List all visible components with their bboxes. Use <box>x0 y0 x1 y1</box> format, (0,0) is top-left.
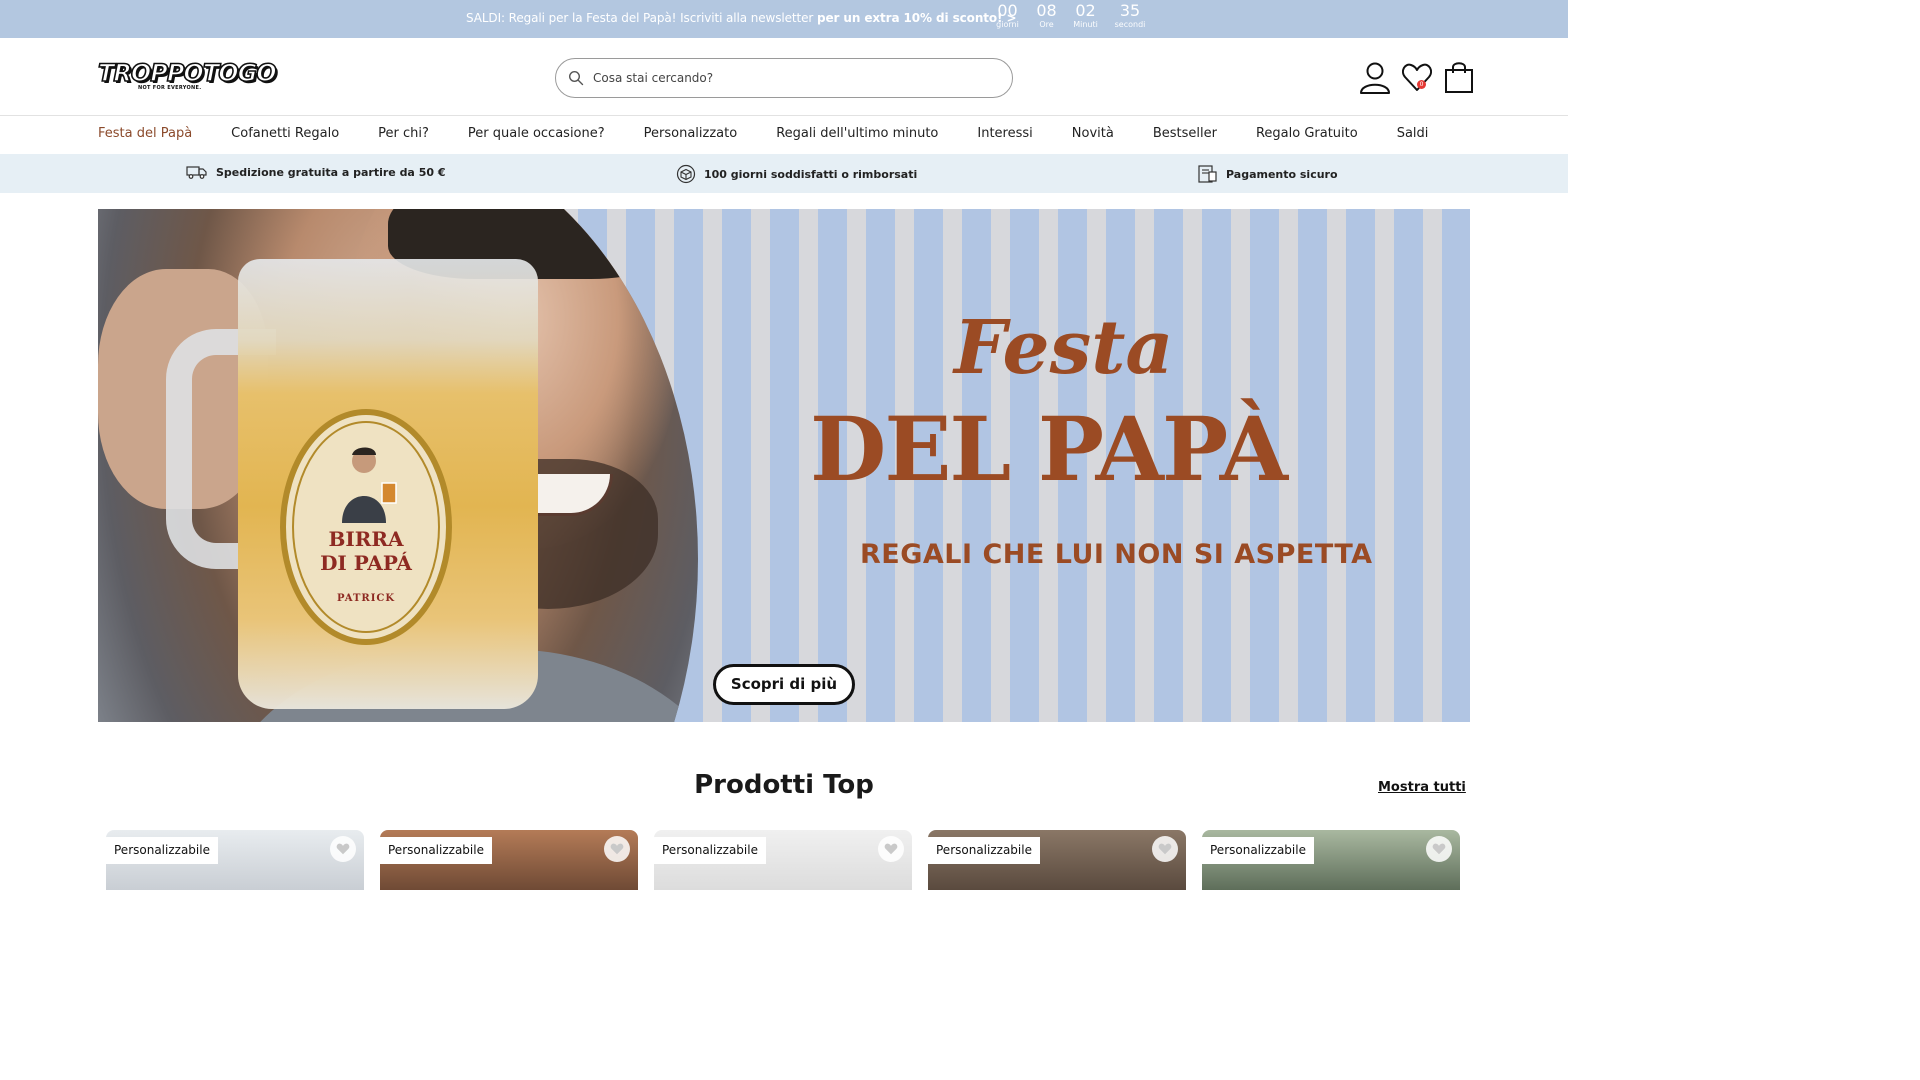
countdown-value: 35 <box>1119 1 1141 20</box>
personalizable-badge: Personalizzabile <box>928 837 1040 864</box>
nav-item-regali-ultimo-minuto[interactable]: Regali dell'ultimo minuto <box>776 126 938 141</box>
product-carousel: Personalizzabile Personalizzabile Person… <box>106 830 1460 890</box>
usp-shipping: Spedizione gratuita a partire da 50 € <box>186 164 445 180</box>
wishlist-toggle[interactable] <box>604 836 630 862</box>
mug-label-name: PATRICK <box>336 593 396 604</box>
wishlist-toggle[interactable] <box>330 836 356 862</box>
nav-item-per-chi[interactable]: Per chi? <box>378 126 429 141</box>
nav-item-per-quale-occasione[interactable]: Per quale occasione? <box>468 126 605 141</box>
hero-subtitle: REGALI CHE LUI NON SI ASPETTA <box>860 539 1373 570</box>
search-input[interactable] <box>593 68 993 88</box>
hero-banner[interactable]: BIRRA DI PAPÁ PATRICK Festa DEL PAPÀ REG… <box>98 209 1470 722</box>
header-actions: 0 <box>1358 60 1476 94</box>
discover-more-button[interactable]: Scopri di più <box>713 664 855 705</box>
personalizable-badge: Personalizzabile <box>380 837 492 864</box>
shopping-bag-icon <box>1445 62 1473 93</box>
promo-text-bold: per un extra 10% di sconto! > <box>816 11 1017 25</box>
wishlist-count-badge: 0 <box>1417 80 1426 89</box>
promo-bar: SALDI: Regali per la Festa del Papà! Isc… <box>0 0 1568 38</box>
mug-label: BIRRA DI PAPÁ PATRICK <box>280 409 452 645</box>
search-bar[interactable] <box>555 58 1013 98</box>
countdown-label: secondi <box>1114 20 1146 29</box>
countdown-value: 08 <box>1036 1 1057 20</box>
countdown-seconds: 35 secondi <box>1105 2 1155 30</box>
usp-returns: 100 giorni soddisfatti o rimborsati <box>676 164 917 184</box>
nav-item-festa-del-papa[interactable]: Festa del Papà <box>98 126 192 141</box>
receipt-icon <box>1198 165 1217 183</box>
box-return-icon <box>676 164 696 184</box>
nav-item-regalo-gratuito[interactable]: Regalo Gratuito <box>1256 126 1358 141</box>
truck-icon <box>186 166 207 179</box>
cart-button[interactable] <box>1442 60 1476 94</box>
usp-bar: Spedizione gratuita a partire da 50 € 10… <box>0 154 1568 193</box>
usp-payment-text: Pagamento sicuro <box>1226 167 1338 181</box>
user-icon <box>1360 62 1390 94</box>
personalizable-badge: Personalizzabile <box>1202 837 1314 864</box>
nav-item-cofanetti-regalo[interactable]: Cofanetti Regalo <box>231 126 339 141</box>
nav-item-novita[interactable]: Novità <box>1072 126 1114 141</box>
heart-icon <box>1432 843 1446 855</box>
site-header: TROPPOTOGO NOT FOR EVERYONE. 0 <box>0 38 1568 116</box>
countdown-label: giorni <box>996 20 1019 29</box>
countdown-value: 00 <box>997 1 1018 20</box>
mug-label-line-1: BIRRA <box>328 527 404 551</box>
product-card[interactable]: Personalizzabile <box>1202 830 1460 890</box>
heart-icon <box>1158 843 1172 855</box>
site-logo[interactable]: TROPPOTOGO NOT FOR EVERYONE. <box>97 59 277 91</box>
heart-icon <box>336 843 350 855</box>
usp-shipping-text: Spedizione gratuita a partire da 50 € <box>216 165 446 179</box>
nav-item-personalizzato[interactable]: Personalizzato <box>644 126 738 141</box>
countdown-label: Minuti <box>1073 20 1098 29</box>
logo-text: TROPPOTOGO <box>97 59 277 87</box>
hero-title-script: Festa <box>954 305 1174 391</box>
countdown-hours: 08 Ore <box>1027 2 1066 30</box>
countdown-value: 02 <box>1075 1 1096 20</box>
show-all-link[interactable]: Mostra tutti <box>1378 780 1466 795</box>
hero-title-main: DEL PAPÀ <box>810 397 1288 501</box>
mini-portrait-icon <box>342 447 397 523</box>
countdown-days: 00 giorni <box>988 2 1027 30</box>
product-card[interactable]: Personalizzabile <box>654 830 912 890</box>
mug-label-line-2: DI PAPÁ <box>320 551 412 575</box>
countdown-label: Ore <box>1039 20 1054 29</box>
wishlist-toggle[interactable] <box>1152 836 1178 862</box>
promo-link[interactable]: SALDI: Regali per la Festa del Papà! Isc… <box>466 11 1017 25</box>
wishlist-toggle[interactable] <box>1426 836 1452 862</box>
promo-text: SALDI: Regali per la Festa del Papà! Isc… <box>466 11 817 25</box>
countdown-timer: 00 giorni 08 Ore 02 Minuti 35 secondi <box>988 2 1155 30</box>
heart-icon <box>610 843 624 855</box>
usp-payment: Pagamento sicuro <box>1196 164 1338 184</box>
search-icon[interactable] <box>568 70 584 86</box>
section-title: Prodotti Top <box>694 770 874 800</box>
personalizable-badge: Personalizzabile <box>654 837 766 864</box>
account-button[interactable] <box>1358 60 1392 94</box>
product-card[interactable]: Personalizzabile <box>380 830 638 890</box>
personalizable-badge: Personalizzabile <box>106 837 218 864</box>
heart-icon <box>1401 63 1433 91</box>
product-card[interactable]: Personalizzabile <box>106 830 364 890</box>
nav-item-bestseller[interactable]: Bestseller <box>1153 126 1217 141</box>
wishlist-button[interactable]: 0 <box>1400 60 1434 94</box>
heart-icon <box>884 843 898 855</box>
nav-item-saldi[interactable]: Saldi <box>1397 126 1429 141</box>
hero-photo: BIRRA DI PAPÁ PATRICK <box>98 209 698 722</box>
nav-item-interessi[interactable]: Interessi <box>977 126 1032 141</box>
countdown-minutes: 02 Minuti <box>1066 2 1105 30</box>
wishlist-toggle[interactable] <box>878 836 904 862</box>
product-card[interactable]: Personalizzabile <box>928 830 1186 890</box>
usp-returns-text: 100 giorni soddisfatti o rimborsati <box>704 167 918 181</box>
main-navigation: Festa del Papà Cofanetti Regalo Per chi?… <box>0 116 1568 154</box>
